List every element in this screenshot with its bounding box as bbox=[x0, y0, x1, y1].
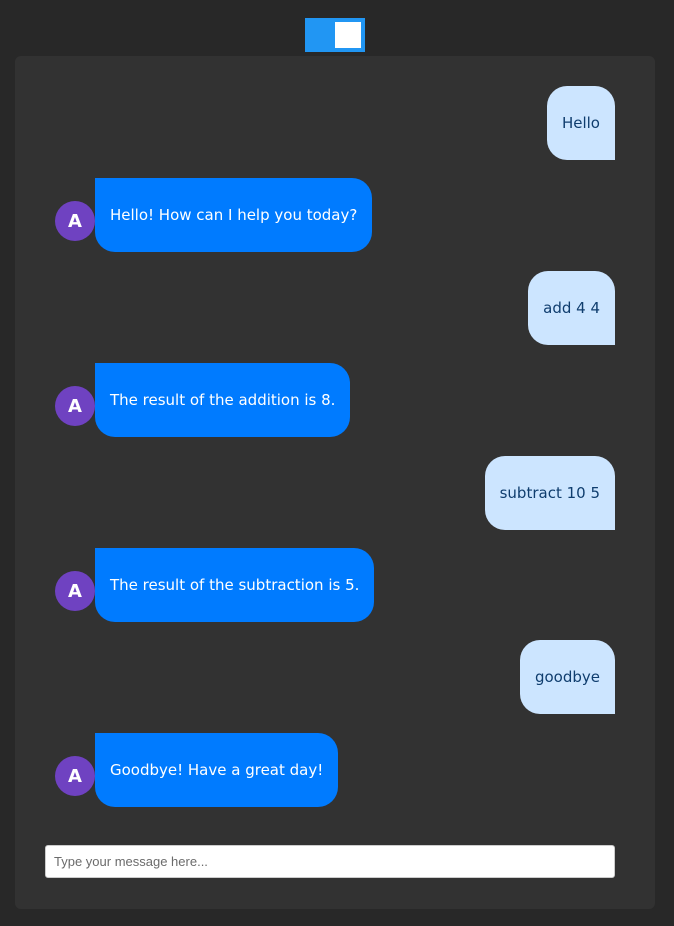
message-text: add 4 4 bbox=[543, 299, 600, 317]
bot-message: Goodbye! Have a great day! bbox=[95, 733, 339, 807]
message-input[interactable] bbox=[45, 845, 615, 878]
message-text: Goodbye! Have a great day! bbox=[110, 761, 324, 779]
user-message: subtract 10 5 bbox=[484, 456, 615, 530]
message-text: Hello! How can I help you today? bbox=[110, 206, 358, 224]
user-message: Hello bbox=[546, 86, 615, 160]
bot-avatar: A bbox=[55, 571, 95, 611]
bot-message: The result of the addition is 8. bbox=[95, 363, 351, 437]
user-message: add 4 4 bbox=[528, 271, 615, 345]
message-text: The result of the addition is 8. bbox=[110, 391, 336, 409]
message-text: goodbye bbox=[534, 668, 600, 686]
bot-avatar: A bbox=[55, 201, 95, 241]
bot-avatar: A bbox=[55, 386, 95, 426]
avatar-letter: A bbox=[68, 395, 82, 417]
avatar-letter: A bbox=[68, 580, 82, 602]
user-message: goodbye bbox=[519, 640, 615, 714]
avatar-letter: A bbox=[68, 765, 82, 787]
bot-avatar: A bbox=[55, 756, 95, 796]
message-text: subtract 10 5 bbox=[499, 484, 600, 502]
message-text: Hello bbox=[561, 114, 600, 132]
theme-toggle[interactable] bbox=[305, 18, 365, 52]
bot-message: The result of the subtraction is 5. bbox=[95, 548, 375, 622]
bot-message: Hello! How can I help you today? bbox=[95, 178, 373, 252]
message-text: The result of the subtraction is 5. bbox=[110, 576, 360, 594]
toggle-knob bbox=[335, 22, 361, 48]
chat-panel: Hello A Hello! How can I help you today?… bbox=[15, 56, 655, 909]
avatar-letter: A bbox=[68, 210, 82, 232]
